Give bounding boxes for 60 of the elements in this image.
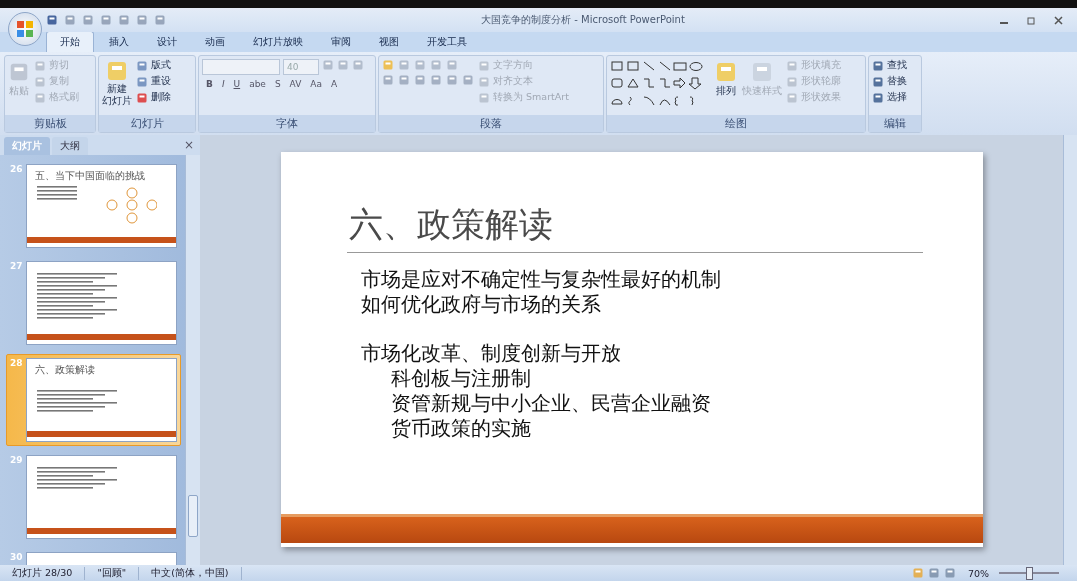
slide-counter: 幻灯片 28/30 — [0, 566, 86, 580]
zoom-level: 70% — [967, 567, 989, 579]
group-label: 段落 — [379, 115, 603, 132]
zoom-slider-thumb[interactable] — [1026, 566, 1033, 580]
bullet-text: 资管新规与中小企业、民营企业融资 — [390, 391, 711, 416]
office-button[interactable] — [8, 12, 42, 46]
font-name-field[interactable] — [202, 59, 280, 75]
font-format-button[interactable]: A — [327, 78, 342, 90]
bullet-text: 货币政策的实施 — [390, 416, 531, 441]
slide-title: 六、政策解读 — [348, 203, 554, 246]
font-format-button[interactable]: abe — [245, 78, 270, 90]
pane-close-button[interactable]: × — [183, 138, 194, 152]
slide-number: 28 — [10, 358, 24, 370]
slide-thumbnail[interactable]: 28 六、政策解读 — [6, 354, 181, 446]
slide-command-button[interactable]: 重设 — [136, 75, 171, 88]
group-label: 幻灯片 — [99, 115, 195, 132]
close-icon[interactable] — [1054, 15, 1063, 25]
slide-number: 30 — [10, 552, 24, 564]
group-label: 字体 — [199, 115, 375, 132]
slide-number: 29 — [10, 455, 24, 467]
ribbon-tab[interactable]: 幻灯片放映 — [240, 32, 316, 52]
slide-command-button[interactable]: 删除 — [136, 91, 171, 104]
ribbon-tab[interactable]: 视图 — [366, 32, 412, 52]
language-status: 中文(简体，中国) — [139, 566, 242, 580]
pane-tab[interactable]: 大纲 — [52, 137, 88, 155]
font-format-button[interactable]: I — [217, 78, 229, 90]
bullet-text: 科创板与注册制 — [390, 366, 531, 391]
slide-number: 26 — [10, 164, 24, 176]
font-format-button[interactable]: AV — [285, 78, 306, 90]
group-label: 绘图 — [607, 115, 865, 132]
ribbon-tab[interactable]: 插入 — [96, 32, 142, 52]
bullet-text: 市场是应对不确定性与复杂性最好的机制 — [360, 267, 721, 292]
slide-number: 27 — [10, 261, 24, 273]
group-label: 剪贴板 — [5, 115, 95, 132]
bullet-text: 市场化改革、制度创新与开放 — [360, 340, 621, 366]
font-format-button[interactable]: U — [229, 78, 245, 90]
restore-icon[interactable] — [1027, 15, 1036, 25]
thumbnail-title: 五、当下中国面临的挑战 — [33, 169, 146, 183]
font-format-button[interactable]: B — [202, 78, 217, 90]
thumbnail-title: 六、政策解读 — [33, 363, 96, 377]
editing-button[interactable]: 选择 — [872, 91, 907, 104]
editing-button[interactable]: 替换 — [872, 75, 907, 88]
ribbon-tab[interactable]: 设计 — [144, 32, 190, 52]
ribbon-tab[interactable]: 审阅 — [318, 32, 364, 52]
office-logo-icon — [16, 20, 34, 38]
arrange-button[interactable]: 排列 — [714, 59, 738, 112]
font-format-button[interactable]: S — [270, 78, 285, 90]
ribbon-tab[interactable]: 动画 — [192, 32, 238, 52]
theme-name: "回顾" — [85, 566, 140, 580]
group-label: 编辑 — [869, 115, 921, 132]
new-slide-button[interactable]: 新建 幻灯片 — [102, 59, 132, 112]
scrollbar[interactable] — [185, 155, 200, 565]
editing-button[interactable]: 查找 — [872, 59, 907, 72]
ribbon-tab[interactable]: 开始 — [46, 31, 94, 52]
ribbon-tab[interactable]: 开发工具 — [414, 32, 480, 52]
slide-command-button[interactable]: 版式 — [136, 59, 171, 72]
bullet-text: 如何优化政府与市场的关系 — [360, 292, 601, 317]
scrollbar[interactable] — [1063, 135, 1077, 565]
window-title: 大国竞争的制度分析 - Microsoft PowerPoint — [480, 13, 686, 27]
font-format-button[interactable]: Aa — [306, 78, 327, 90]
